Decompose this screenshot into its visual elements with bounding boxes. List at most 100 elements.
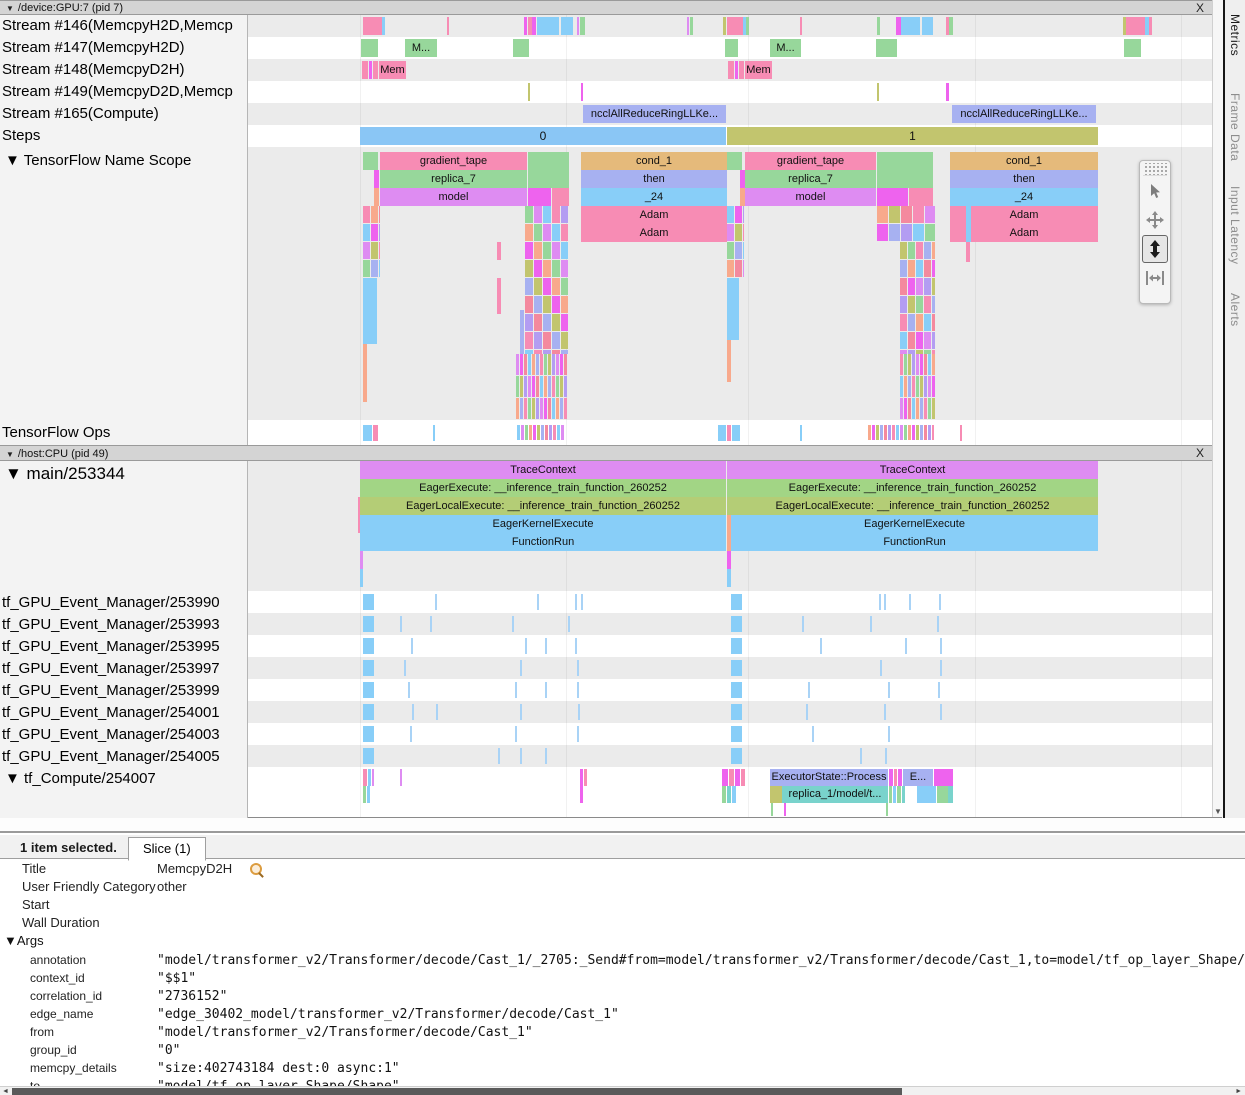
track-label[interactable]: Steps: [2, 127, 246, 144]
track-label[interactable]: tf_GPU_Event_Manager/253997: [2, 660, 246, 677]
trace-event[interactable]: [928, 376, 931, 397]
trace-event[interactable]: [363, 17, 382, 35]
trace-event[interactable]: M...: [405, 39, 437, 57]
trace-event[interactable]: [534, 206, 542, 223]
trace-event[interactable]: [902, 786, 905, 803]
trace-event[interactable]: [374, 188, 379, 206]
trace-event[interactable]: [561, 425, 564, 440]
trace-event[interactable]: [928, 425, 931, 440]
trace-event[interactable]: [1124, 39, 1141, 57]
track-label[interactable]: tf_GPU_Event_Manager/253999: [2, 682, 246, 699]
trace-event[interactable]: [966, 206, 971, 242]
trace-event[interactable]: [908, 398, 911, 419]
trace-event[interactable]: [410, 726, 412, 742]
trace-event[interactable]: [729, 769, 734, 786]
trace-event[interactable]: [575, 638, 577, 654]
trace-event[interactable]: [363, 660, 374, 676]
trace-event[interactable]: [727, 569, 731, 587]
trace-event[interactable]: [545, 682, 547, 698]
trace-event[interactable]: [525, 425, 528, 440]
trace-event[interactable]: [545, 638, 547, 654]
trace-event[interactable]: EagerExecute: __inference_train_function…: [727, 479, 1098, 497]
trace-event[interactable]: [363, 278, 377, 344]
trace-event[interactable]: [534, 332, 542, 349]
trace-event[interactable]: [516, 398, 519, 419]
tab-slice[interactable]: Slice (1): [128, 837, 206, 861]
trace-event[interactable]: [731, 682, 742, 698]
trace-event[interactable]: [552, 260, 560, 277]
trace-event[interactable]: [580, 786, 583, 803]
trace-event[interactable]: [908, 354, 911, 375]
trace-event[interactable]: FunctionRun: [360, 533, 726, 551]
trace-event[interactable]: [548, 376, 551, 397]
trace-event[interactable]: [743, 242, 744, 259]
trace-event[interactable]: [536, 376, 539, 397]
trace-event[interactable]: Adam: [950, 224, 1098, 242]
trace-event[interactable]: [905, 638, 907, 654]
track-label[interactable]: Stream #146(MemcpyH2D,Memcp: [2, 17, 246, 34]
trace-event[interactable]: [360, 569, 363, 587]
trace-event[interactable]: replica_7: [745, 170, 876, 188]
trace-event[interactable]: [528, 398, 531, 419]
trace-event[interactable]: [900, 332, 907, 349]
trace-event[interactable]: [876, 39, 897, 57]
trace-event[interactable]: [916, 296, 923, 313]
trace-event[interactable]: [363, 616, 374, 632]
trace-event[interactable]: [561, 242, 568, 259]
trace-event[interactable]: [363, 638, 374, 654]
trace-event[interactable]: [917, 786, 936, 803]
trace-event[interactable]: [897, 786, 901, 803]
trace-event[interactable]: [901, 224, 912, 241]
trace-event[interactable]: [771, 803, 773, 816]
side-tab-frame-data[interactable]: Frame Data: [1228, 93, 1242, 161]
trace-event[interactable]: [732, 425, 740, 441]
trace-event[interactable]: [932, 376, 935, 397]
trace-event[interactable]: [577, 660, 579, 676]
trace-event[interactable]: [552, 354, 555, 375]
trace-event[interactable]: [731, 616, 742, 632]
trace-event[interactable]: [802, 616, 804, 632]
trace-event[interactable]: [913, 206, 924, 223]
trace-event[interactable]: [363, 769, 367, 786]
trace-event[interactable]: [528, 376, 531, 397]
trace-event[interactable]: [940, 704, 942, 720]
trace-event[interactable]: [812, 726, 814, 742]
trace-event[interactable]: [924, 425, 927, 440]
trace-event[interactable]: [577, 17, 579, 35]
trace-event[interactable]: [433, 425, 435, 441]
trace-event[interactable]: [922, 17, 933, 35]
trace-event[interactable]: [379, 242, 380, 259]
trace-event[interactable]: [552, 206, 560, 223]
trace-event[interactable]: [534, 260, 542, 277]
trace-event[interactable]: [732, 786, 736, 803]
track-label[interactable]: tf_GPU_Event_Manager/253993: [2, 616, 246, 633]
trace-event[interactable]: [373, 61, 378, 79]
trace-event[interactable]: [528, 170, 569, 188]
trace-event[interactable]: [932, 296, 935, 313]
trace-event[interactable]: EagerLocalExecute: __inference_train_fun…: [727, 497, 1098, 515]
trace-event[interactable]: [940, 638, 942, 654]
trace-event[interactable]: [924, 332, 931, 349]
trace-event[interactable]: [727, 551, 731, 569]
trace-event[interactable]: [892, 425, 895, 440]
trace-event[interactable]: [549, 425, 552, 440]
trace-event[interactable]: [885, 748, 887, 764]
trace-event[interactable]: [552, 376, 555, 397]
trace-event[interactable]: [379, 206, 380, 223]
trace-event[interactable]: [543, 332, 551, 349]
trace-event[interactable]: [739, 61, 744, 79]
trace-event[interactable]: [540, 376, 543, 397]
trace-event[interactable]: [537, 17, 559, 35]
trace-event[interactable]: [727, 425, 731, 441]
trace-event[interactable]: M...: [770, 39, 801, 57]
trace-event[interactable]: [564, 376, 567, 397]
trace-event[interactable]: [743, 224, 744, 241]
trace-event[interactable]: [552, 224, 560, 241]
trace-event[interactable]: [580, 769, 583, 786]
trace-event[interactable]: [363, 682, 374, 698]
trace-event[interactable]: [722, 786, 726, 803]
trace-event[interactable]: [876, 425, 879, 440]
trace-event[interactable]: [435, 594, 437, 610]
trace-event[interactable]: cond_1: [950, 152, 1098, 170]
trace-event[interactable]: [932, 425, 934, 440]
